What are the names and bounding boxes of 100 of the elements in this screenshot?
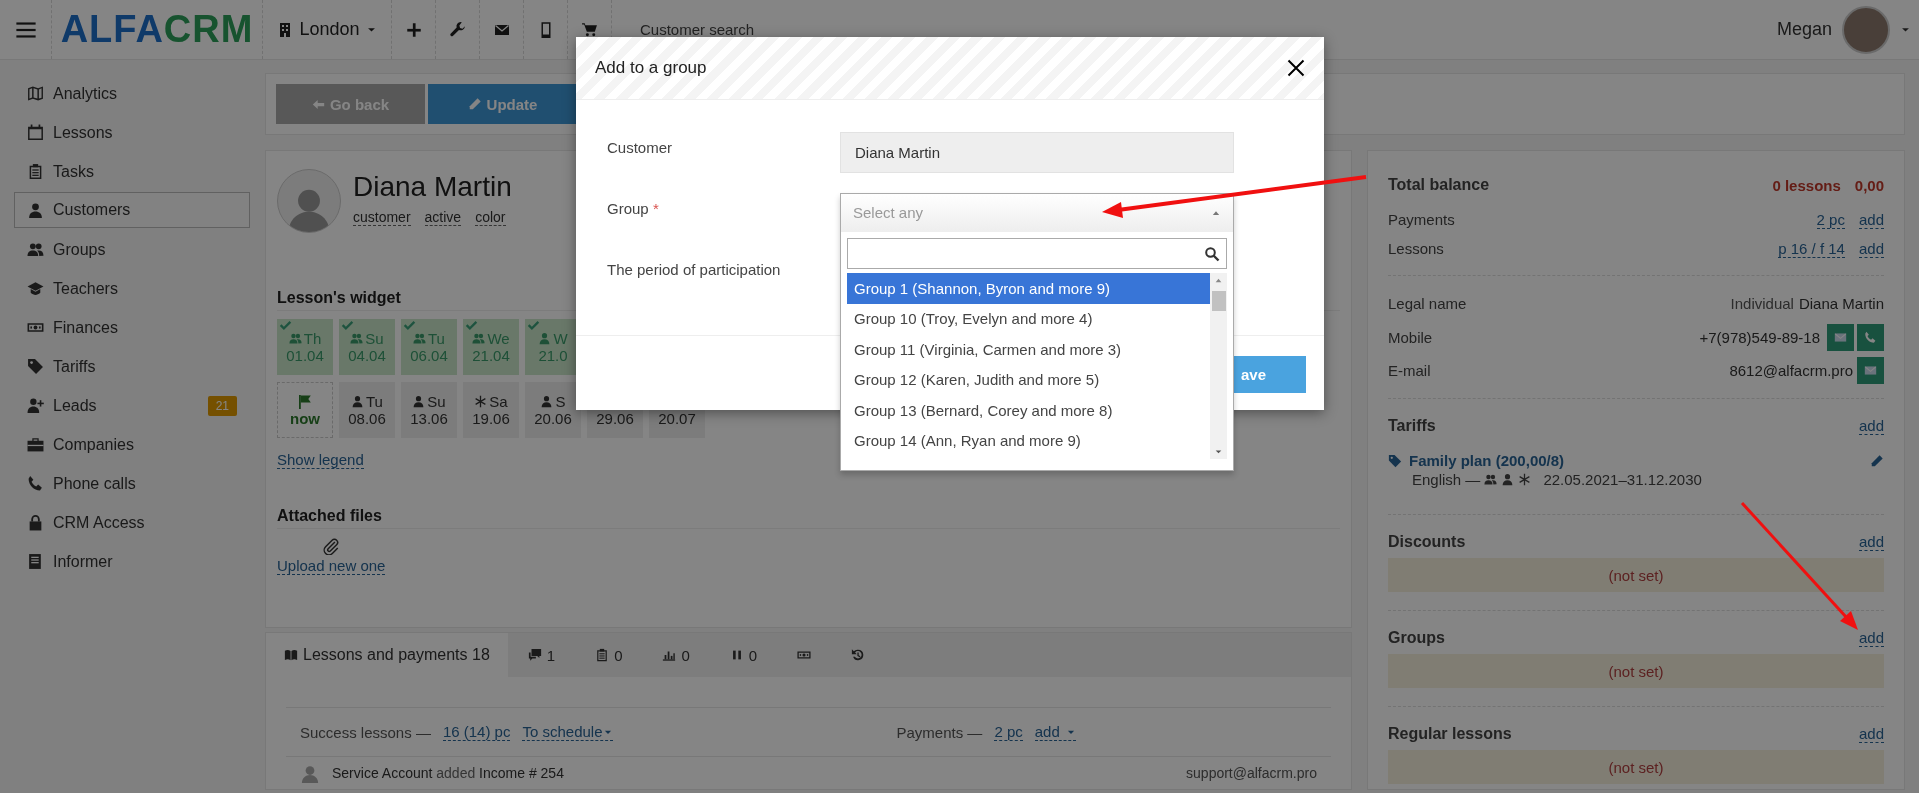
comments-icon <box>527 648 542 662</box>
add-dropdown[interactable]: add <box>1034 723 1076 741</box>
sidebar-item[interactable]: Informer <box>14 542 250 581</box>
tag-link[interactable]: customer <box>353 209 411 226</box>
book-icon <box>27 553 44 570</box>
value-link[interactable]: p 16 / f 14 <box>1778 239 1845 258</box>
tag-icon <box>1388 453 1402 468</box>
sidebar-item[interactable]: CRM Access <box>14 503 250 542</box>
field-label: Group * <box>607 199 660 219</box>
upload-link[interactable]: Upload new one <box>277 557 386 575</box>
logo[interactable]: ALFACRM <box>52 0 263 59</box>
section-title: Groups <box>1388 628 1446 647</box>
tag-link[interactable]: color <box>475 209 506 226</box>
pencil-icon <box>467 97 482 111</box>
summary-label: Success lessons — <box>300 723 431 741</box>
wrench-icon <box>449 21 466 38</box>
user-icon <box>27 201 44 219</box>
scrollbar[interactable] <box>1210 273 1227 459</box>
asterisk-icon <box>1518 473 1532 486</box>
user-icon <box>538 332 552 345</box>
phone-icon <box>27 475 44 492</box>
add-link[interactable]: add <box>1858 210 1884 229</box>
lesson-cell[interactable]: Tu 08.06 <box>339 382 395 438</box>
dropdown-option[interactable]: Group 1 (Shannon, Byron and more 9) <box>847 273 1210 304</box>
add-link[interactable]: add <box>1858 239 1884 258</box>
schedule-dropdown[interactable]: To schedule <box>522 723 613 741</box>
update-button[interactable]: Update <box>428 84 577 124</box>
tab[interactable]: 0 <box>709 633 778 677</box>
sidebar-item[interactable]: Teachers <box>14 269 250 308</box>
sidebar-item[interactable]: Leads 21 <box>14 386 250 425</box>
dropdown-option[interactable]: Group 13 (Bernard, Corey and more 8) <box>847 395 1210 426</box>
add-link[interactable]: add <box>1858 628 1884 647</box>
tab[interactable]: Lessons and payments 18 <box>266 633 508 677</box>
search-icon <box>1204 245 1220 262</box>
activity-author: support@alfacrm.pro <box>1186 765 1317 781</box>
section-title: Attached files <box>277 507 1340 529</box>
pencil-icon[interactable] <box>1870 453 1884 468</box>
section-title: Regular lessons <box>1388 724 1513 743</box>
users-icon <box>288 332 302 345</box>
email-button[interactable] <box>1857 357 1884 384</box>
user-name[interactable]: Megan <box>1776 19 1832 40</box>
legal-name: Diana Martin <box>1798 295 1884 312</box>
sidebar-item[interactable]: Tasks <box>14 152 250 191</box>
history-icon <box>851 648 866 662</box>
sidebar-item[interactable]: Phone calls <box>14 464 250 503</box>
dropdown-search-field[interactable] <box>847 238 1227 269</box>
tariff-subject: English — <box>1412 471 1481 488</box>
payments-count-link[interactable]: 2 pc <box>994 723 1023 741</box>
sidebar-item[interactable]: Customers <box>14 192 250 228</box>
show-legend-link[interactable]: Show legend <box>277 451 364 469</box>
mail-icon <box>1864 364 1877 377</box>
close-button[interactable] <box>1286 58 1306 78</box>
field-label: Lessons <box>1388 240 1445 257</box>
user-icon <box>351 395 364 408</box>
sidebar-item[interactable]: Analytics <box>14 74 250 113</box>
scrollbar-thumb[interactable] <box>1211 291 1226 311</box>
user-avatar[interactable] <box>1842 5 1890 54</box>
tab[interactable]: 0 <box>575 633 643 677</box>
section-title: Tariffs <box>1388 416 1437 435</box>
lesson-cell[interactable]: Sa 19.06 <box>463 382 519 438</box>
select-placeholder: Select any <box>853 204 925 221</box>
open-book-icon <box>284 648 298 662</box>
value-link[interactable]: 2 pc <box>1816 210 1845 229</box>
sidebar-item[interactable]: Companies <box>14 425 250 464</box>
add-link[interactable]: add <box>1858 724 1884 743</box>
sms-button[interactable] <box>1827 323 1854 351</box>
users-icon <box>413 332 426 345</box>
caret-icon <box>1214 447 1223 456</box>
lesson-cell[interactable]: Su 13.06 <box>401 382 457 438</box>
dropdown-option[interactable]: Group 14 (Ann, Ryan and more 9) <box>847 425 1210 456</box>
section-title: Discounts <box>1388 532 1467 551</box>
sidebar-item[interactable]: Finances <box>14 308 250 347</box>
sidebar-item[interactable]: Tariffs <box>14 347 250 386</box>
branch-dropdown[interactable]: London <box>263 0 392 59</box>
briefcase-icon <box>27 436 44 453</box>
add-link[interactable]: add <box>1858 532 1884 551</box>
graduation-cap-icon <box>27 280 44 297</box>
tag-link[interactable]: active <box>424 209 462 226</box>
field-label: The period of participation <box>607 260 782 280</box>
group-select-dropdown[interactable] <box>840 193 1234 471</box>
tab[interactable]: 0 <box>642 633 710 677</box>
lesson-cell[interactable]: S 20.06 <box>525 382 581 438</box>
caret-icon <box>1214 276 1223 285</box>
email-address: 8612@alfacrm.pro <box>1729 362 1853 379</box>
customer-field[interactable]: Diana Martin <box>840 132 1234 173</box>
user-icon <box>540 395 554 408</box>
lesson-cell[interactable]: now <box>277 382 333 438</box>
lock-icon <box>27 514 44 531</box>
tab[interactable]: 1 <box>507 633 576 677</box>
sidebar-item[interactable]: Groups <box>14 230 250 269</box>
plus-icon <box>404 20 423 39</box>
sidebar-item[interactable]: Lessons <box>14 113 250 152</box>
lessons-count-link[interactable]: 16 (14) pc <box>442 723 511 741</box>
customer-name: Diana Martin <box>353 171 512 203</box>
tariff-name-link[interactable]: Family plan (200,00/8) <box>1409 452 1863 469</box>
add-link[interactable]: add <box>1858 416 1884 435</box>
call-button[interactable] <box>1857 323 1884 351</box>
balance-amount: 0,00 <box>1854 176 1884 194</box>
required-mark: * <box>652 200 659 217</box>
check-icon <box>341 319 354 332</box>
